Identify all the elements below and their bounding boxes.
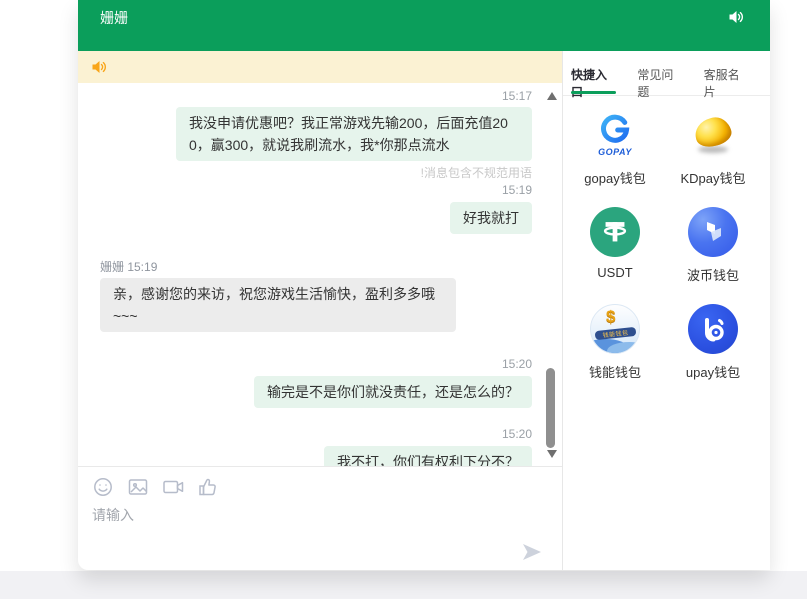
wallet-item-qianneng[interactable]: $ 钱能钱包 钱能钱包 (567, 304, 663, 381)
message-timestamp: 15:20 (502, 356, 532, 372)
emoji-icon[interactable] (92, 476, 114, 498)
customer-message-bubble: 好我就打 (450, 202, 532, 234)
message-list[interactable]: 15:17 我没申请优惠吧？我正常游戏先输200，后面充值200，赢300，就说… (78, 83, 562, 466)
wallet-label: upay钱包 (686, 362, 740, 381)
qianneng-icon-text: 钱能钱包 (602, 328, 629, 340)
scroll-up-arrow[interactable] (547, 92, 557, 100)
scrollbar-thumb[interactable] (546, 368, 555, 448)
announcement-speaker-icon (91, 59, 107, 75)
announcement-bar (78, 51, 562, 83)
input-toolbar (92, 476, 219, 498)
chat-widget: 姗姗 15:17 我没申请优惠吧？我正常游戏先输200，后面充值200，赢300… (78, 0, 770, 570)
video-call-icon[interactable] (162, 476, 184, 498)
wallet-label: 钱能钱包 (589, 362, 641, 381)
usdt-icon (590, 207, 640, 257)
wallet-label: USDT (597, 265, 632, 280)
tab-service-card[interactable]: 客服名片 (704, 51, 749, 95)
agent-name-title: 姗姗 (100, 8, 128, 28)
agent-message-meta: 姗姗 15:19 (100, 260, 157, 274)
message-timestamp: 15:20 (502, 426, 532, 442)
agent-message-bubble: 亲，感谢您的来访，祝您游戏生活愉快，盈利多多哦~~~ (100, 278, 456, 332)
bobi-icon (688, 207, 738, 257)
wallet-label: gopay钱包 (584, 168, 645, 187)
customer-message-bubble: 我没申请优惠吧？我正常游戏先输200，后面充值200，赢300，就说我刷流水，我… (176, 107, 532, 161)
upay-icon (688, 304, 738, 354)
sidebar-tabs: 快捷入口 常见问题 客服名片 (563, 51, 770, 96)
wallet-label: KDpay钱包 (680, 168, 745, 187)
sidebar-panel: 快捷入口 常见问题 客服名片 GOPAY gopay钱包 (562, 51, 770, 570)
page-background-strip (0, 571, 807, 599)
wallet-item-gopay[interactable]: GOPAY gopay钱包 (567, 110, 663, 187)
gopay-icon: GOPAY (590, 110, 640, 160)
gopay-wordmark: GOPAY (598, 147, 632, 157)
tab-faq[interactable]: 常见问题 (637, 51, 682, 95)
message-warning-text: !消息包含不规范用语 (421, 166, 532, 180)
wallet-item-usdt[interactable]: USDT (567, 207, 663, 280)
send-button[interactable] (520, 540, 544, 564)
sound-toggle-icon[interactable] (728, 9, 744, 25)
kdpay-icon (688, 110, 738, 160)
wallet-item-upay[interactable]: upay钱包 (665, 304, 761, 381)
tab-quick-entry[interactable]: 快捷入口 (571, 51, 616, 95)
wallet-item-kdpay[interactable]: KDpay钱包 (665, 110, 761, 187)
customer-message-bubble: 输完是不是你们就没责任，还是怎么的？ (254, 376, 532, 408)
message-input-area: 请输入 (78, 466, 562, 570)
scroll-down-arrow[interactable] (547, 450, 557, 458)
wallet-item-bobi[interactable]: 波币钱包 (665, 207, 761, 284)
thumbs-up-icon[interactable] (197, 476, 219, 498)
chat-header: 姗姗 (78, 0, 770, 51)
image-upload-icon[interactable] (127, 476, 149, 498)
qianneng-icon: $ 钱能钱包 (590, 304, 640, 354)
message-timestamp: 15:17 (502, 88, 532, 104)
customer-message-bubble: 我不打，你们有权利下分不？ (324, 446, 532, 466)
wallet-label: 波币钱包 (687, 265, 739, 284)
qianneng-dollar-glyph: $ (606, 307, 615, 327)
message-timestamp: 15:19 (502, 182, 532, 198)
message-input[interactable]: 请输入 (92, 505, 492, 525)
